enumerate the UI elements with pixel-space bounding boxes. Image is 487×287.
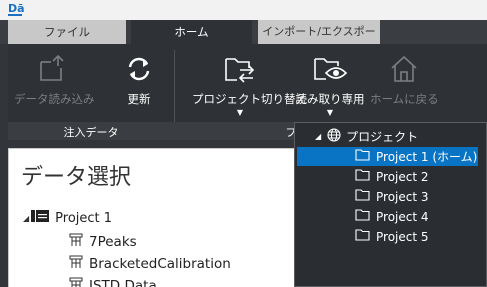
read-only-label: 読み取り専用 <box>295 92 365 106</box>
load-data-button[interactable]: データ読み込み <box>14 44 95 122</box>
data-item-icon <box>69 255 83 273</box>
folder-icon <box>355 229 370 244</box>
globe-icon <box>327 127 341 145</box>
switch-project-label: プロジェクト切り替え <box>192 92 307 106</box>
group-label-injection-data: 注入データ <box>63 126 119 139</box>
project-item[interactable]: Project 3 <box>295 187 479 206</box>
app-window: Dā ファイル ホーム インポート/エクスポート データ読み込み <box>0 0 487 287</box>
data-item-icon <box>69 233 83 251</box>
project-item[interactable]: Project 5 <box>295 227 479 246</box>
tree-root-label: Project 1 <box>55 210 113 226</box>
folder-switch-icon <box>223 54 257 88</box>
project-item-label: Project 5 <box>376 229 429 244</box>
project-item[interactable]: Project 1 (ホーム) <box>297 147 478 166</box>
folder-icon <box>355 149 370 164</box>
chevron-down-icon: ▼ <box>326 108 334 117</box>
return-home-button[interactable]: ホームに戻る <box>370 44 439 122</box>
tree-item[interactable]: ISTD Data <box>69 277 157 287</box>
read-only-button[interactable]: 読み取り専用 ▼ <box>293 44 367 122</box>
tree-item[interactable]: 7Peaks <box>69 233 137 251</box>
expand-triangle-icon[interactable]: ◢ <box>23 214 29 223</box>
ribbon-separator <box>174 50 175 122</box>
tree-item-label: BracketedCalibration <box>89 256 231 272</box>
tab-file[interactable]: ファイル <box>8 20 126 44</box>
refresh-label: 更新 <box>127 92 151 106</box>
refresh-icon <box>124 54 154 88</box>
project-item-label: Project 1 (ホーム) <box>376 150 478 164</box>
expand-triangle-icon[interactable]: ◢ <box>315 132 321 141</box>
project-dropdown: ◢ プロジェクト Project 1 (ホーム) Project 2 Proje… <box>294 122 487 287</box>
dropdown-root-label: プロジェクト <box>346 129 419 144</box>
return-home-label: ホームに戻る <box>370 92 439 106</box>
project-item-label: Project 4 <box>376 209 429 224</box>
project-item-label: Project 3 <box>376 189 429 204</box>
folder-icon <box>355 209 370 224</box>
folder-icon <box>355 169 370 184</box>
folder-icon <box>355 189 370 204</box>
switch-project-button[interactable]: プロジェクト切り替え ▼ <box>192 44 307 122</box>
tree-item-label: ISTD Data <box>89 278 157 287</box>
load-data-label: データ読み込み <box>14 92 95 106</box>
dropdown-root-projects[interactable]: ◢ プロジェクト <box>315 127 418 145</box>
data-item-icon <box>69 277 83 287</box>
project-item[interactable]: Project 4 <box>295 207 479 226</box>
tree-item-label: 7Peaks <box>89 234 137 250</box>
page-title: データ選択 <box>21 165 132 190</box>
tab-home[interactable]: ホーム <box>131 20 252 44</box>
folder-eye-icon <box>312 54 348 88</box>
tab-bar: ファイル ホーム インポート/エクスポート <box>0 20 487 62</box>
project-item-label: Project 2 <box>376 169 429 184</box>
project-stack-icon <box>31 209 50 227</box>
tab-import-export[interactable]: インポート/エクスポート <box>258 20 380 62</box>
tree-item[interactable]: BracketedCalibration <box>69 255 231 273</box>
title-bar: Dā <box>0 0 487 20</box>
tree-root-project[interactable]: ◢ Project 1 <box>23 209 112 227</box>
project-item[interactable]: Project 2 <box>295 167 479 186</box>
refresh-button[interactable]: 更新 <box>112 44 166 122</box>
upload-file-icon <box>36 54 66 88</box>
home-icon <box>389 54 419 88</box>
app-logo: Dā <box>8 2 25 16</box>
chevron-down-icon: ▼ <box>236 108 244 117</box>
